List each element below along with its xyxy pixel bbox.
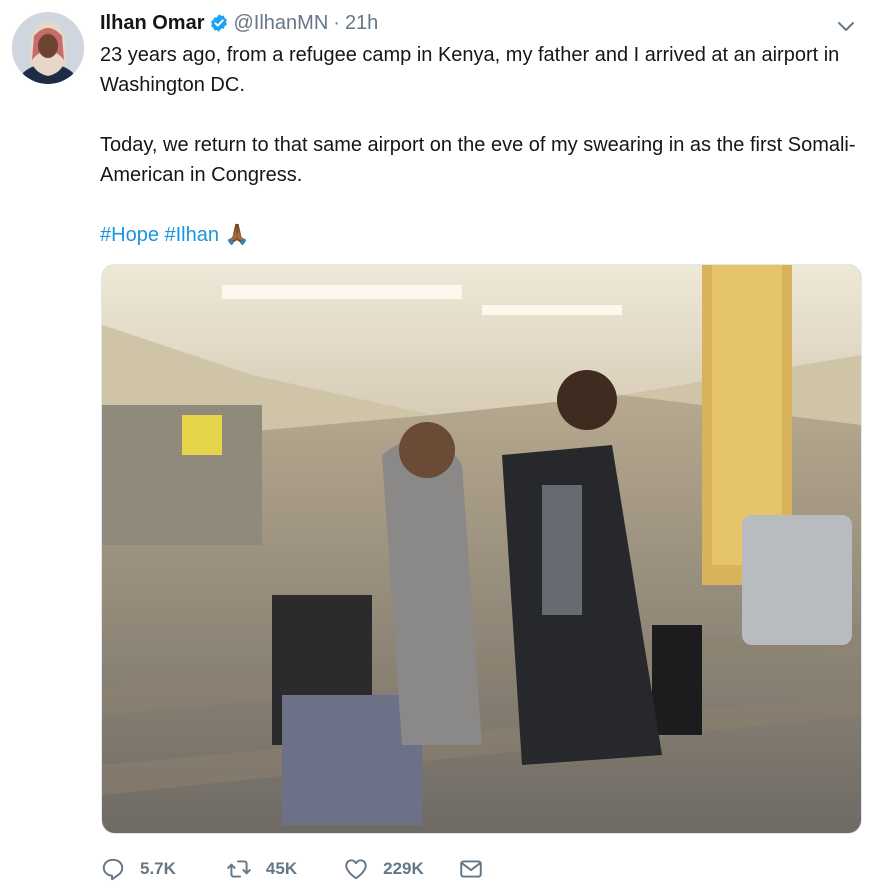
author-handle[interactable]: @IlhanMN <box>233 12 328 35</box>
retweet-count: 45K <box>265 859 298 878</box>
tweet-hashtags: #Hope #Ilhan 🙏🏾 <box>100 220 860 250</box>
like-button[interactable]: 229K <box>343 856 424 882</box>
reply-icon <box>102 858 124 881</box>
envelope-icon <box>460 860 482 878</box>
like-count: 229K <box>383 859 424 878</box>
retweet-button[interactable]: 45K <box>226 856 297 882</box>
tweet-paragraph-2: Today, we return to that same airport on… <box>100 134 856 186</box>
tweet-actions: 5.7K 45K 229K <box>100 854 484 884</box>
separator-dot: · <box>333 11 340 34</box>
airport-photo <box>102 265 861 833</box>
verified-badge-icon <box>211 14 228 32</box>
avatar-image <box>12 12 84 84</box>
hashtag-ilhan[interactable]: #Ilhan <box>165 224 220 246</box>
tweet-photo[interactable] <box>101 264 862 834</box>
heart-icon <box>345 859 367 880</box>
tweet-timestamp[interactable]: 21h <box>345 12 378 35</box>
reply-count: 5.7K <box>140 859 176 878</box>
praying-hands-emoji: 🙏🏾 <box>224 224 250 246</box>
reply-button[interactable]: 5.7K <box>100 856 176 882</box>
tweet-paragraph-1: 23 years ago, from a refugee camp in Ken… <box>100 44 840 96</box>
tweet-text: 23 years ago, from a refugee camp in Ken… <box>100 40 860 250</box>
direct-message-button[interactable] <box>458 856 484 882</box>
hashtag-hope[interactable]: #Hope <box>100 224 159 246</box>
avatar[interactable] <box>12 12 84 84</box>
chevron-down-icon[interactable] <box>834 14 858 38</box>
author-name[interactable]: Ilhan Omar <box>100 12 204 35</box>
retweet-icon <box>227 860 251 878</box>
tweet-header: Ilhan Omar @IlhanMN · 21h <box>100 10 378 36</box>
